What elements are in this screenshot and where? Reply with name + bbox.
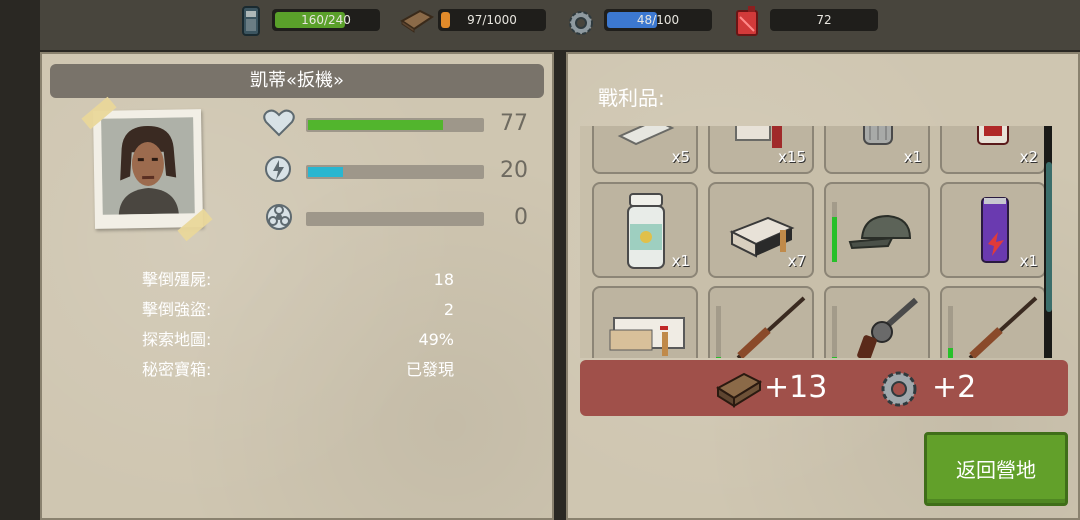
loot-cell[interactable]: x15 (708, 126, 814, 174)
parts-resource: 48/100 (604, 7, 714, 33)
durability-fill (716, 357, 721, 358)
energy-value: 20 (500, 158, 528, 183)
health-value: 77 (500, 111, 528, 136)
loot-cell[interactable]: x7 (708, 182, 814, 278)
ammo-box-icon (729, 216, 795, 258)
parts-label: 48/100 (636, 13, 680, 27)
loot-cell[interactable]: x1 (824, 126, 930, 174)
character-portrait (92, 109, 204, 229)
survivor-portrait-icon (101, 117, 195, 215)
health-fill (308, 120, 443, 130)
loot-count: x7 (787, 252, 806, 270)
record-label: 擊倒殭屍: (142, 270, 212, 289)
loot-cell[interactable]: x5 (592, 126, 698, 174)
ammo-box-icon (609, 317, 685, 356)
loot-panel: 戰利品: x5 x15 x1 x2 x1 x7 x1 +13 +2 返回營地 (566, 52, 1080, 520)
record-bandits: 擊倒強盜: 2 (142, 296, 456, 324)
record-value: 2 (443, 300, 454, 319)
resource-bar: 160/240 97/1000 48/100 72 (40, 0, 1080, 50)
loot-cell[interactable] (708, 286, 814, 358)
gear-icon (881, 371, 917, 407)
loot-count: x1 (671, 252, 690, 270)
battery-resource: 160/240 (272, 7, 382, 33)
loot-cell[interactable] (940, 286, 1046, 358)
loot-count: 20 (671, 356, 690, 358)
energy-fill (308, 167, 343, 177)
fuel-can-icon (736, 6, 758, 36)
metal-mesh-icon (863, 126, 893, 145)
durability-fill (948, 348, 953, 358)
heart-icon (263, 109, 295, 137)
durability-fill (832, 217, 837, 262)
wood-icon (716, 372, 762, 408)
return-camp-button[interactable]: 返回營地 (924, 432, 1068, 506)
durability-bar (832, 306, 837, 358)
battery-icon (242, 6, 260, 36)
scrollbar-thumb[interactable] (1046, 162, 1052, 312)
gear-icon (569, 11, 593, 35)
fuel-label: 72 (816, 13, 832, 27)
loot-count: x1 (903, 148, 922, 166)
record-value: 49% (418, 330, 454, 349)
record-zombies: 擊倒殭屍: 18 (142, 266, 456, 294)
record-label: 擊倒強盜: (142, 300, 212, 319)
reward-bar: +13 +2 (580, 360, 1068, 416)
loot-cell[interactable]: x1 (592, 182, 698, 278)
reward-wood-value: +13 (764, 370, 828, 405)
loot-cell[interactable] (824, 182, 930, 278)
loot-count: x15 (778, 148, 806, 166)
character-name: 凱蒂«扳機» (50, 64, 544, 98)
cap-icon (848, 214, 912, 250)
durability-bar (716, 306, 721, 358)
record-value: 18 (433, 270, 454, 289)
energy-icon (265, 156, 291, 182)
battery-label: 160/240 (301, 13, 351, 27)
durability-bar (832, 202, 837, 262)
cloth-icon (617, 126, 675, 146)
record-map: 探索地圖: 49% (142, 326, 456, 354)
loot-count: x2 (1019, 148, 1038, 166)
rifle-icon (736, 296, 806, 358)
reward-parts-value: +2 (932, 370, 977, 405)
canned-food-icon (735, 126, 782, 148)
record-label: 探索地圖: (142, 330, 212, 349)
durability-bar (948, 306, 953, 358)
loot-grid[interactable]: x5 x15 x1 x2 x1 x7 x1 (580, 126, 1052, 358)
wood-icon (400, 9, 434, 33)
character-panel: 凱蒂«扳機» 77 20 0 擊倒殭屍: 18 擊倒強盜: 2 探索地圖: 49… (40, 52, 554, 520)
wood-resource: 97/1000 (438, 7, 548, 33)
record-value: 已發現 (405, 360, 454, 379)
loot-cell[interactable] (824, 286, 930, 358)
loot-cell[interactable]: x2 (940, 126, 1046, 174)
revolver-icon (857, 297, 918, 358)
record-label: 秘密寶箱: (142, 360, 212, 379)
rifle-icon (968, 296, 1038, 358)
pill-bottle-icon (627, 193, 665, 269)
energy-drink-icon (981, 197, 1009, 263)
wood-label: 97/1000 (467, 13, 517, 27)
loot-count: x1 (1019, 252, 1038, 270)
loot-cell[interactable]: x1 (940, 182, 1046, 278)
loot-cell[interactable]: 20 (592, 286, 698, 358)
durability-fill (832, 357, 837, 358)
infection-value: 0 (514, 205, 528, 230)
record-chest: 秘密寶箱: 已發現 (142, 356, 456, 384)
loot-count: x5 (671, 148, 690, 166)
biohazard-icon (266, 204, 292, 230)
loot-scrollbar[interactable] (1044, 126, 1052, 358)
loot-title: 戰利品: (598, 86, 665, 110)
fuel-resource: 72 (770, 7, 880, 33)
medkit-icon (977, 126, 1009, 145)
